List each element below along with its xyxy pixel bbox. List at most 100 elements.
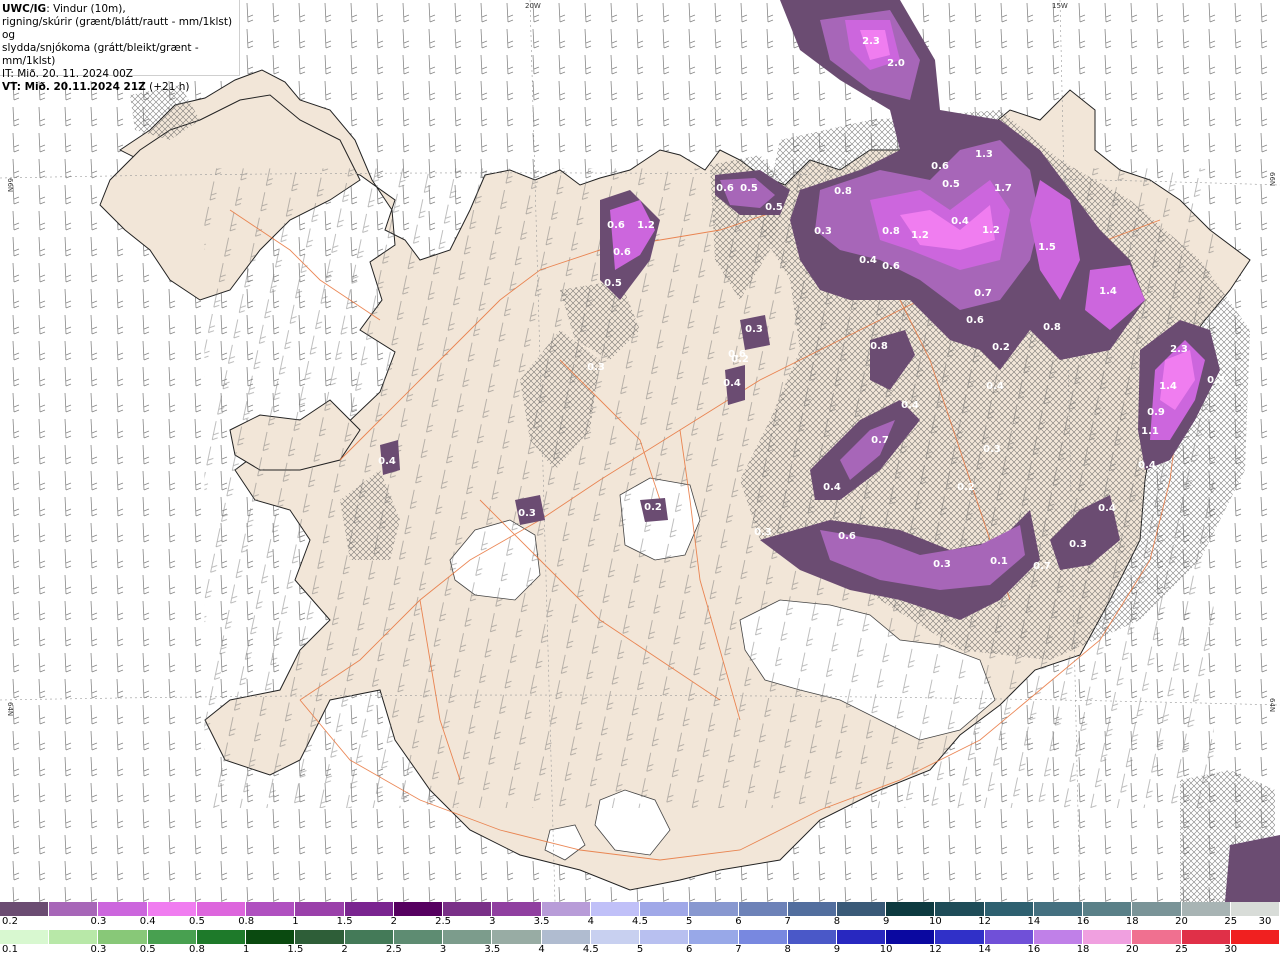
precip-label: 0.8 [834,186,852,197]
precip-label: 0.2 [731,354,749,365]
precip-label: 0.2 [644,502,662,513]
legend-label: 2 [390,916,398,927]
snow-legend-swatches [0,902,1280,916]
legend-swatch [1230,902,1280,916]
legend-label: 0.5 [188,916,205,927]
legend-label: 16 [1076,916,1090,927]
legend-swatch [1181,930,1231,944]
precip-label: 0.7 [1033,561,1051,572]
legend-label: 0.2 [2,916,18,927]
precip-label: 1.4 [1159,381,1177,392]
legend-label: 30 [1258,916,1272,927]
lat-label-left: 64N [6,702,14,716]
legend-swatch [935,902,985,916]
legend-label: 8 [833,916,841,927]
legend-swatch [443,930,493,944]
legend-label: 2 [341,944,348,955]
legend-label: 3 [439,944,447,955]
legend-label: 4 [538,944,545,955]
precip-label: 0.4 [723,378,741,389]
precip-label: 0.9 [1147,407,1165,418]
precip-label: 0.3 [754,527,772,538]
legend-label: 10 [929,916,942,927]
legend-label: 9 [882,916,890,927]
legend-label: 30 [1224,944,1238,955]
legend-swatch [344,930,394,944]
legend-swatch [787,930,837,944]
legend-label: 0.3 [90,944,107,955]
lat-label-left: 66N [6,178,14,192]
legend-swatch [689,902,739,916]
rain-legend: 0.1 0.3 0.5 0.8 1 1.5 2 2.5 3 3.5 4 4.5 5 6 7 8 9 10 12 14 1… [0,930,1280,957]
precip-label: 0.3 [983,444,1001,455]
legend-swatch [836,930,887,944]
legend-label: 7 [784,916,791,927]
weather-map: 2.3 2.0 0.6 0.5 1.3 1.7 0.8 0.6 0.5 0.5 … [0,0,1280,902]
legend-swatch [541,902,591,916]
precip-label: 0.7 [974,288,992,299]
legend-swatch [787,902,837,916]
legend-label: 4.5 [632,916,648,927]
precip-label: 1.7 [994,183,1012,194]
legend-swatch [443,902,493,916]
legend-swatch [1033,930,1084,944]
legend-label: 14 [1027,916,1041,927]
legend-swatch [836,902,887,916]
precip-label: 0.5 [765,202,783,213]
precip-label: 1.1 [1141,426,1159,437]
precip-label: 0.4 [1098,503,1116,514]
legend-swatch [393,902,444,916]
precip-label: 0.2 [992,342,1010,353]
precip-label: 0.3 [1207,375,1225,386]
precip-label: 0.4 [823,482,841,493]
legend-swatch [49,930,99,944]
precip-label: 2.3 [862,36,880,47]
legend-label: 3.5 [484,944,501,955]
legend-swatch [492,930,542,944]
legend-swatch [1132,930,1182,944]
rain-description: rigning/skúrir (grænt/blátt/rautt - mm/1… [2,16,233,41]
legend-swatch [196,930,247,944]
legend-label: 25 [1224,916,1238,927]
legend-label: 20 [1125,944,1139,955]
precip-label: 0.8 [1043,322,1061,333]
precip-label: 0.3 [933,559,951,570]
precip-label: 1.2 [637,220,655,231]
initial-time: IT: Mið. 20. 11. 2024 00Z [2,68,133,80]
valid-time: VT: Mið. 20.11.2024 21Z (+21 h) [2,81,239,94]
lon-label: 20W [525,2,541,10]
lat-label-right: 66N [1268,172,1276,186]
precip-label: 0.8 [870,341,888,352]
legend-label: 4 [587,916,594,927]
legend-swatch [935,930,985,944]
legend-swatch [984,930,1034,944]
legend-label: 0.1 [2,944,18,955]
legend-swatch [1230,930,1280,944]
legend-label: 6 [686,944,693,955]
legend-label: 25 [1175,944,1188,955]
legend-swatch [689,930,739,944]
precip-label: 2.0 [887,58,905,69]
legend-label: 14 [978,944,991,955]
map-title: UWC/IG: Vindur (10m), [2,3,239,16]
legend-label: 18 [1125,916,1139,927]
precip-label: 0.4 [986,381,1004,392]
legend-label: 1 [292,916,299,927]
legend-swatch [0,930,50,944]
legend-swatch [295,930,345,944]
legend-swatch [1033,902,1084,916]
title-rest: : Vindur (10m), [46,3,126,15]
precip-label: 1.2 [982,225,1000,236]
legend-swatch [0,902,50,916]
precip-label: 0.4 [378,456,396,467]
legend-label: 2.5 [385,944,402,955]
legend-label: 7 [735,944,742,955]
legend-swatch [640,930,690,944]
precip-label: 0.7 [871,435,889,446]
precip-label: 0.6 [931,161,949,172]
legend-label: 0.8 [238,916,255,927]
legend-label: 12 [929,944,942,955]
legend-label: 4.5 [582,944,599,955]
legend-swatch [886,930,936,944]
legend-label: 10 [879,944,893,955]
